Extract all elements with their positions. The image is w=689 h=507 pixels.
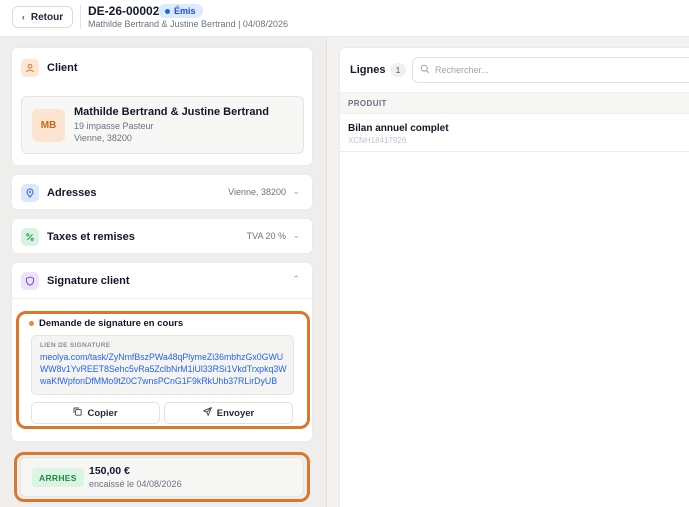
document-reference: DE-26-00002 bbox=[88, 4, 160, 18]
user-icon bbox=[21, 59, 39, 77]
product-name: Bilan annuel complet bbox=[348, 123, 449, 134]
send-label: Envoyer bbox=[216, 407, 255, 419]
copy-icon bbox=[73, 407, 83, 419]
client-city: Vienne, 38200 bbox=[74, 133, 132, 143]
back-label: Retour bbox=[30, 11, 64, 23]
taxes-card[interactable]: Taxes et remises TVA 20 % ⌄ bbox=[11, 218, 313, 254]
top-bar: ‹ Retour DE-26-00002 Émis Mathilde Bertr… bbox=[0, 0, 689, 37]
status-dot-icon bbox=[165, 8, 170, 14]
signature-link[interactable]: meolya.com/task/ZyNmfBszPWa48qPlymeZi36m… bbox=[40, 351, 290, 387]
client-section-header: Client bbox=[12, 48, 312, 88]
taxes-title: Taxes et remises bbox=[47, 231, 135, 243]
chevron-left-icon: ‹ bbox=[21, 12, 25, 22]
pending-dot-icon bbox=[29, 321, 34, 326]
deposit-caption: encaissé le 04/08/2026 bbox=[89, 479, 182, 489]
header-divider bbox=[80, 5, 81, 29]
taxes-value: TVA 20 % bbox=[246, 231, 286, 241]
back-button[interactable]: ‹ Retour bbox=[12, 6, 73, 28]
signature-section-header[interactable]: Signature client bbox=[12, 263, 312, 299]
search-box[interactable] bbox=[412, 57, 689, 83]
document-subtitle: Mathilde Bertrand & Justine Bertrand | 0… bbox=[88, 19, 288, 29]
table-header: PRODUIT bbox=[340, 92, 689, 114]
addresses-card[interactable]: Adresses Vienne, 38200 ⌄ bbox=[11, 174, 313, 210]
client-address: 19 impasse Pasteur bbox=[74, 121, 154, 131]
client-summary[interactable]: MB Mathilde Bertrand & Justine Bertrand … bbox=[21, 96, 304, 154]
copy-button[interactable]: Copier bbox=[31, 402, 160, 424]
client-section-title: Client bbox=[47, 62, 78, 74]
status-badge: Émis bbox=[158, 4, 203, 18]
deposit-card: ARRHES 150,00 € encaissé le 04/08/2026 bbox=[20, 457, 304, 497]
location-pin-icon bbox=[21, 184, 39, 202]
status-label: Émis bbox=[174, 6, 196, 16]
lines-panel: Lignes 1 PRODUIT Bilan annuel complet XC… bbox=[339, 47, 689, 507]
deposit-badge: ARRHES bbox=[32, 468, 84, 487]
shield-icon bbox=[21, 271, 39, 290]
client-card: Client MB Mathilde Bertrand & Justine Be… bbox=[11, 47, 313, 166]
chevron-down-icon[interactable]: ⌄ bbox=[292, 186, 300, 197]
send-button[interactable]: Envoyer bbox=[164, 402, 293, 424]
percent-icon bbox=[21, 228, 39, 246]
lines-title: Lignes bbox=[350, 64, 386, 76]
search-icon bbox=[420, 64, 430, 77]
signature-pending-status: Demande de signature en cours bbox=[29, 318, 183, 329]
column-header-product: PRODUIT bbox=[348, 99, 387, 108]
signature-link-label: LIEN DE SIGNATURE bbox=[40, 342, 111, 349]
send-icon bbox=[202, 407, 212, 419]
addresses-value: Vienne, 38200 bbox=[228, 187, 286, 197]
signature-title: Signature client bbox=[47, 274, 130, 287]
signature-link-box: LIEN DE SIGNATURE meolya.com/task/ZyNmfB… bbox=[31, 335, 294, 395]
search-input[interactable] bbox=[435, 62, 685, 78]
copy-label: Copier bbox=[87, 407, 118, 419]
lines-count-badge: 1 bbox=[390, 63, 406, 77]
addresses-title: Adresses bbox=[47, 187, 97, 199]
deposit-amount: 150,00 € bbox=[89, 465, 130, 477]
signature-pending-label: Demande de signature en cours bbox=[39, 318, 184, 329]
client-name: Mathilde Bertrand & Justine Bertrand bbox=[74, 106, 269, 118]
avatar: MB bbox=[32, 109, 65, 142]
chevron-up-icon[interactable]: ⌃ bbox=[292, 274, 300, 285]
chevron-down-icon[interactable]: ⌄ bbox=[292, 230, 300, 241]
product-reference: XCNH18417926 bbox=[348, 136, 407, 145]
table-row[interactable]: Bilan annuel complet XCNH18417926 bbox=[340, 115, 689, 152]
